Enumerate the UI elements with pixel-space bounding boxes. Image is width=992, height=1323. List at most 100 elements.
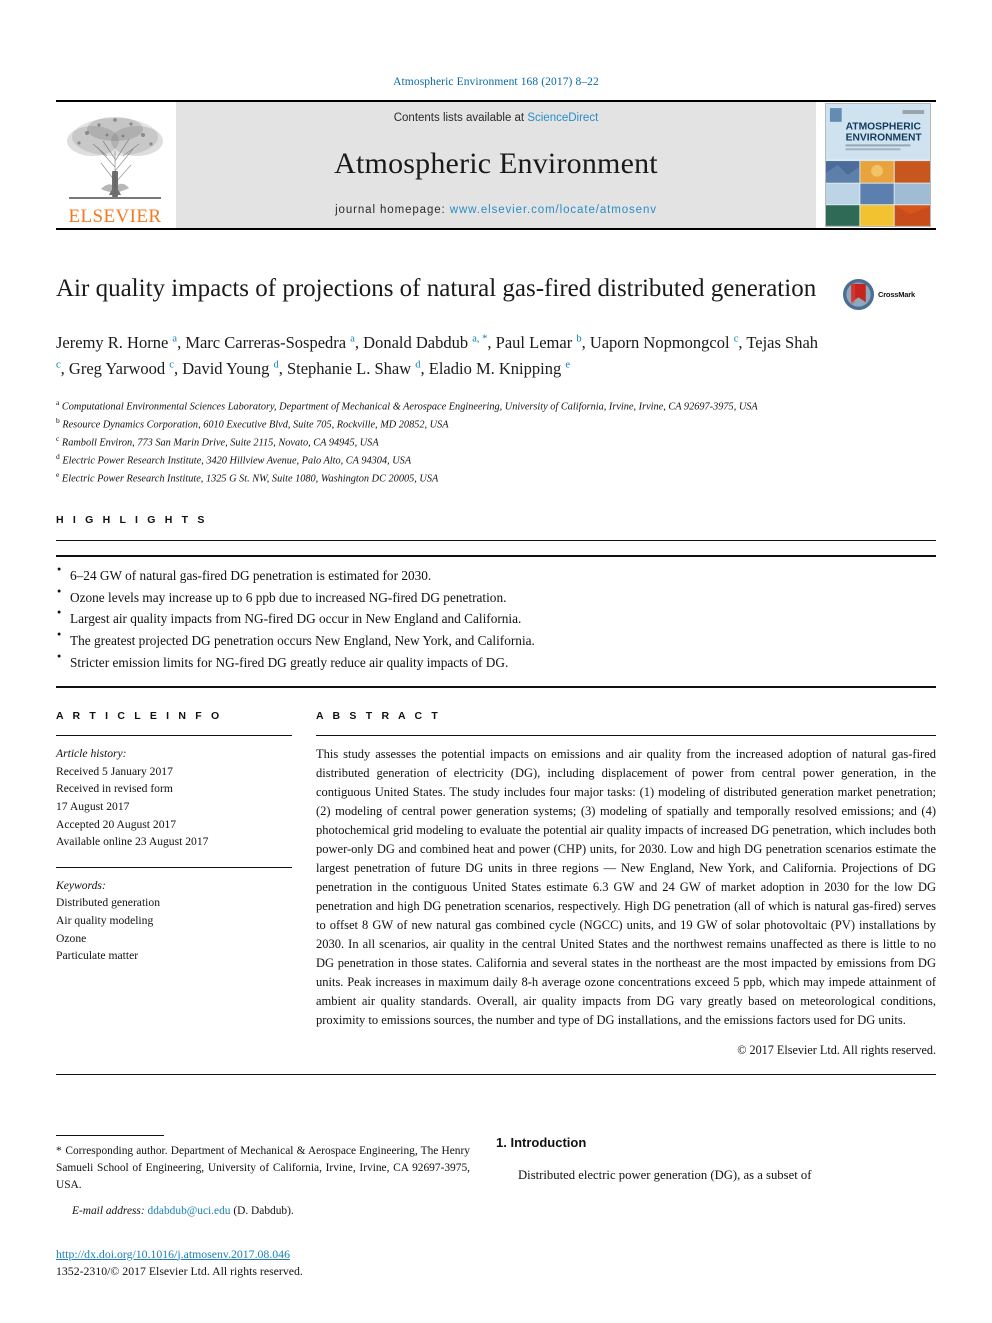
highlights-rule-top [56,540,936,542]
info-abstract-row: A R T I C L E I N F O Article history: R… [56,710,936,1058]
journal-homepage-line: journal homepage: www.elsevier.com/locat… [335,204,657,216]
keyword-item: Air quality modeling [56,913,154,927]
article-info-heading: A R T I C L E I N F O [56,710,223,723]
issn-copyright-line: 1352-2310/© 2017 Elsevier Ltd. All right… [56,1263,303,1278]
abstract-rule [316,735,936,737]
keyword-item: Particulate matter [56,949,139,963]
keyword-item: Distributed generation [56,896,160,910]
svg-text:ENVIRONMENT: ENVIRONMENT [846,132,923,143]
article-history-entry: Received 5 January 2017 [56,764,173,778]
highlight-item: Stricter emission limits for NG-fired DG… [56,651,936,674]
page-title: Air quality impacts of projections of na… [56,275,817,302]
author-affiliation-mark: c [56,359,61,371]
author-name: Tejas Shah [746,333,819,352]
affiliation-list: a Computational Environmental Sciences L… [56,397,936,486]
affiliation-item: c Ramboll Environ, 773 San Marin Drive, … [56,433,379,449]
publisher-logo: ELSEVIER [56,102,174,228]
keywords: Keywords: Distributed generation Air qual… [56,877,292,965]
highlights-section: H I G H L I G H T S 6–24 GW of natural g… [56,514,936,689]
doi-link[interactable]: http://dx.doi.org/10.1016/j.atmosenv.201… [56,1247,470,1262]
corresponding-author-note: * Corresponding author. Department of Me… [56,1143,470,1194]
keyword-item: Ozone [56,931,87,945]
affiliation-mark: c [56,433,60,443]
running-head: Atmospheric Environment 168 (2017) 8–22 [393,76,599,88]
author-name: Stephanie L. Shaw [286,358,416,378]
affiliation-mark: b [56,415,60,425]
footnote-rule [56,1135,164,1137]
abstract-text: This study assesses the potential impact… [316,747,936,1028]
email-suffix: (D. Dabdub). [233,1205,294,1218]
crossmark-icon [842,278,875,311]
author-affiliation-mark: b [576,333,582,345]
abstract-copyright: © 2017 Elsevier Ltd. All rights reserved… [737,1043,936,1058]
journal-article-page: Atmospheric Environment 168 (2017) 8–22 [0,0,992,1323]
author-affiliation-mark: a [172,333,178,345]
introduction-paragraph: Distributed electric power generation (D… [518,1168,812,1183]
homepage-prefix: journal homepage: [335,204,450,216]
introduction-heading: 1. Introduction [496,1135,587,1151]
title-block: Air quality impacts of projections of na… [56,274,936,381]
author-affiliation-mark: d [415,359,421,371]
article-history-items: Received 5 January 2017 Received in revis… [56,763,292,851]
affiliation-item: d Electric Power Research Institute, 342… [56,451,412,467]
author-name: David Young [182,358,274,378]
elsevier-wordmark: ELSEVIER [68,206,162,227]
contents-list-line: Contents lists available at ScienceDirec… [394,112,599,124]
affiliation-mark: d [56,451,60,461]
highlights-rule-bottom [56,686,936,689]
article-info-column: A R T I C L E I N F O Article history: R… [56,710,316,1058]
crossmark-label: CrossMark [878,290,915,299]
author-name: Eladio M. Knipping [428,358,566,378]
author-name: Greg Yarwood [68,358,170,378]
doi-block: http://dx.doi.org/10.1016/j.atmosenv.201… [56,1247,470,1279]
journal-homepage-link[interactable]: www.elsevier.com/locate/atmosenv [450,204,657,216]
affiliation-mark: e [56,469,60,479]
email-line: E-mail address: ddabdub@uci.edu (D. Dabd… [56,1203,470,1220]
author-affiliation-mark: c [169,359,174,371]
article-history-label: Article history: [56,747,127,761]
journal-banner: ELSEVIER Contents lists available at Sci… [56,102,936,228]
journal-title: Atmospheric Environment [334,147,658,180]
corresponding-star: * [56,1145,63,1158]
bottom-columns: * Corresponding author. Department of Me… [56,1135,936,1278]
elsevier-tree-icon [67,117,163,199]
journal-banner-center: Contents lists available at ScienceDirec… [176,102,816,228]
article-history: Article history: Received 5 January 2017… [56,745,292,851]
keywords-rule [56,866,292,868]
sciencedirect-link[interactable]: ScienceDirect [527,112,598,124]
affiliation-mark: a [56,398,60,408]
author-affiliation-mark: d [273,359,279,371]
highlight-item: Ozone levels may increase up to 6 ppb du… [56,586,936,609]
article-history-entry: Accepted 20 August 2017 [56,817,177,831]
abstract-heading: A B S T R A C T [316,710,441,723]
article-history-entry: 17 August 2017 [56,799,130,813]
footnote-column: * Corresponding author. Department of Me… [56,1135,496,1278]
highlight-item: 6–24 GW of natural gas-fired DG penetrat… [56,564,936,587]
contents-prefix: Contents lists available at [393,112,528,124]
email-label: E-mail address: [72,1205,145,1218]
author-name: Jeremy R. Horne [56,333,173,352]
email-link[interactable]: ddabdub@uci.edu [148,1205,231,1217]
journal-cover-thumbnail: ATMOSPHERIC ENVIRONMENT [820,102,936,228]
abstract-section-bottom-rule [56,1074,936,1076]
keywords-label: Keywords: [56,878,106,892]
author-affiliation-mark: c [733,333,739,345]
svg-text:ATMOSPHERIC: ATMOSPHERIC [846,122,922,133]
keywords-items: Distributed generation Air quality modeli… [56,894,292,964]
author-name: Marc Carreras-Sospedra [185,333,351,352]
author-name: Paul Lemar [495,333,577,352]
author-affiliation-mark: a [350,333,355,345]
author-name: Donald Dabdub [363,333,473,352]
highlights-items: 6–24 GW of natural gas-fired DG penetrat… [56,564,936,674]
article-history-entry: Available online 23 August 2017 [56,835,209,849]
author-affiliation-mark: e [565,359,571,371]
journal-cover-icon: ATMOSPHERIC ENVIRONMENT [825,103,931,227]
article-history-entry: Received in revised form [56,782,173,796]
author-affiliation-mark: a, * [472,333,488,345]
crossmark-badge[interactable]: CrossMark [842,274,936,381]
author-list: Jeremy R. Horne a, Marc Carreras-Sospedr… [56,333,819,378]
highlights-heading: H I G H L I G H T S [56,514,208,527]
abstract-column: A B S T R A C T This study assesses the … [316,710,936,1058]
highlight-item: The greatest projected DG penetration oc… [56,629,936,652]
introduction-column: 1. Introduction Distributed electric pow… [496,1135,936,1278]
